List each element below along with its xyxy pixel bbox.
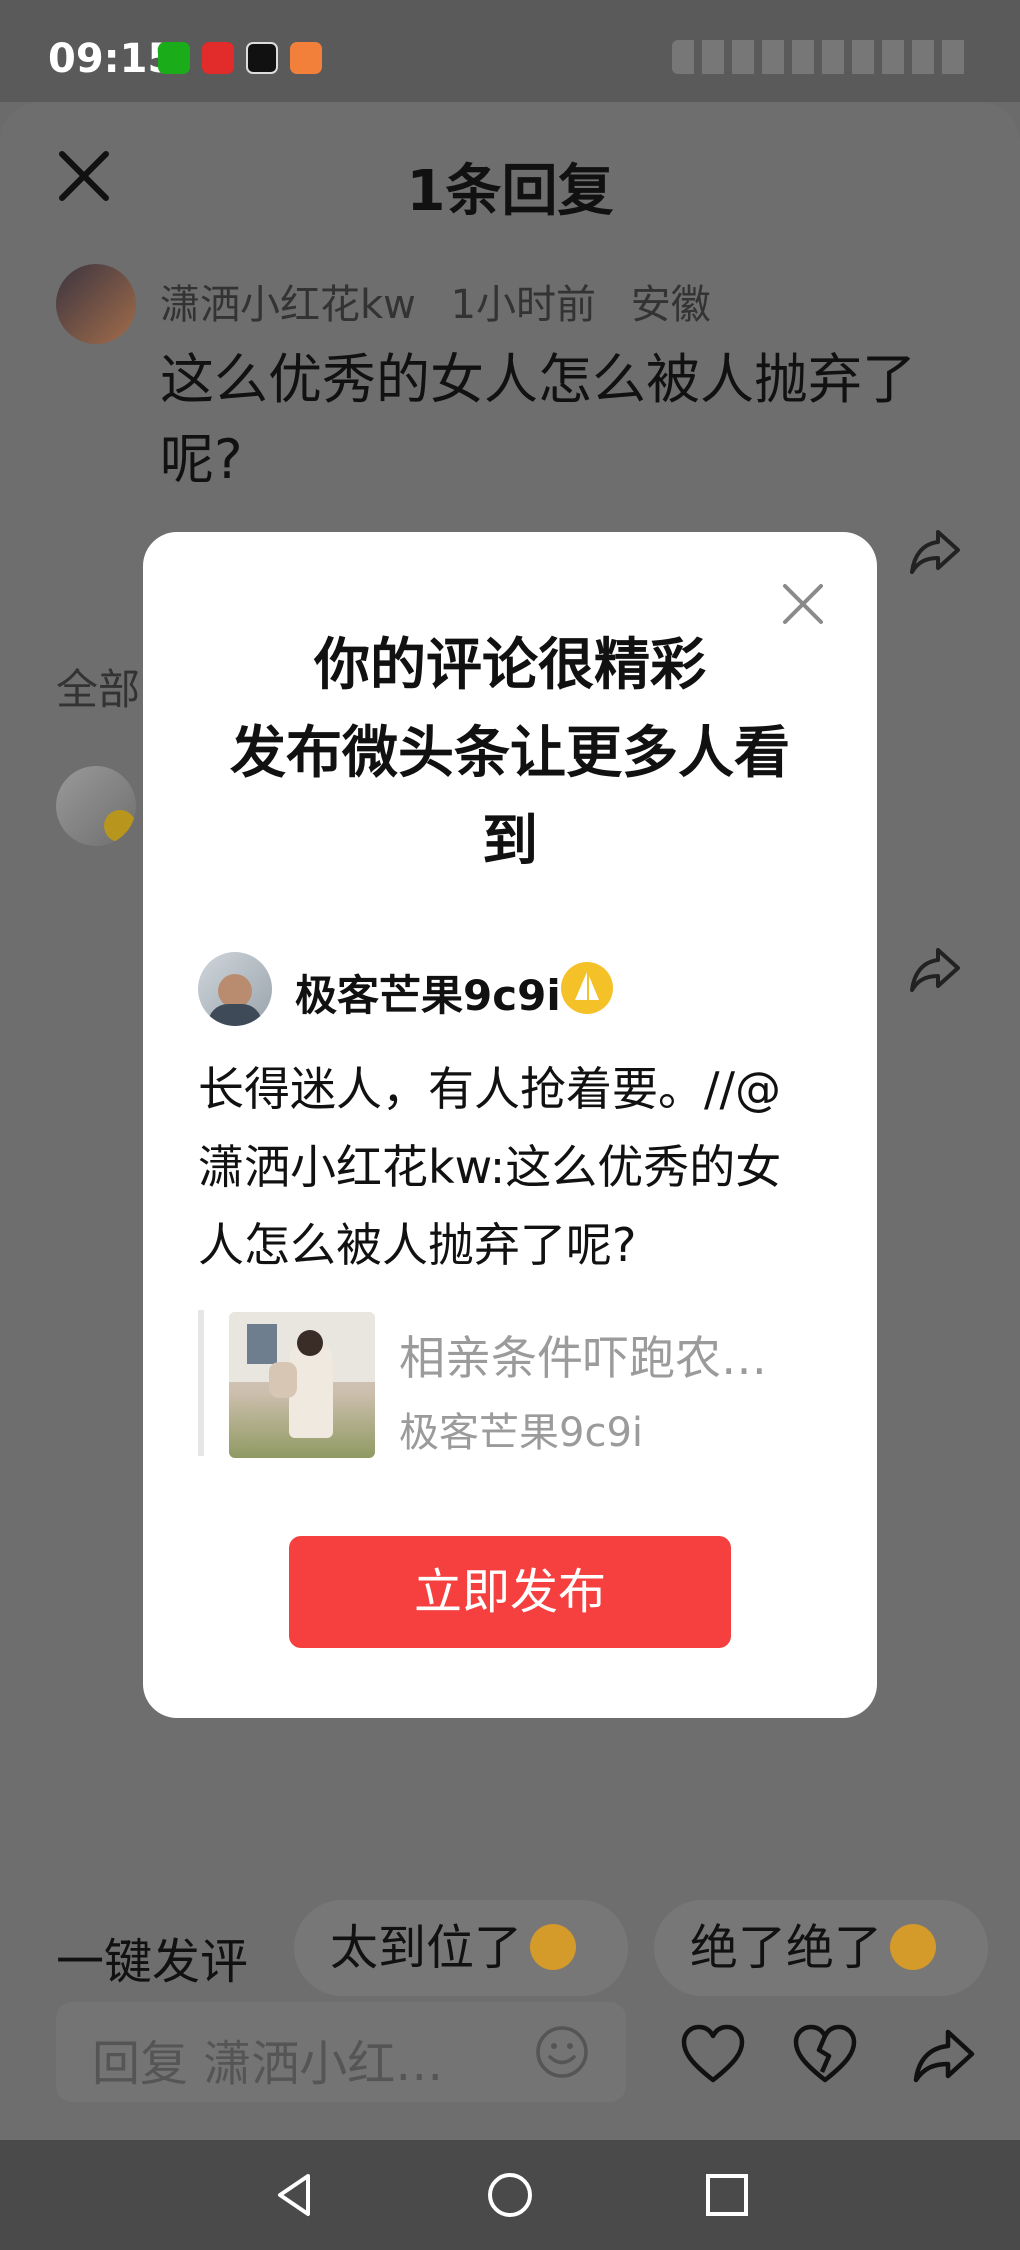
comment-text: 这么优秀的女人怎么被人抛弃了呢? (160, 348, 916, 491)
quick-chip[interactable]: 绝了绝了 (654, 1900, 988, 1996)
dialog-title: 你的评论很精彩 发布微头条让更多人看 到 (203, 622, 817, 886)
status-bar: 09:15 (0, 0, 1020, 102)
comment-location: 安徽 (630, 282, 711, 328)
commenter-avatar[interactable] (56, 264, 136, 344)
recents-icon[interactable] (702, 2170, 752, 2220)
quote-thumbnail (229, 1312, 375, 1458)
reply-input[interactable]: 回复 潇洒小红… (56, 2002, 626, 2102)
clap-icon (530, 1924, 577, 1970)
quote-author: 极客芒果9c9i (399, 1410, 644, 1456)
status-indicators (672, 40, 972, 74)
emoji-icon[interactable] (534, 2024, 590, 2080)
home-icon[interactable] (485, 2170, 535, 2220)
sheet-title: 1条回复 (406, 159, 614, 224)
quick-chip[interactable]: 太到位了 (294, 1900, 628, 1996)
all-replies-label: 全部 (56, 665, 141, 714)
close-icon[interactable] (779, 580, 827, 628)
chip-label: 绝了绝了 (690, 1920, 883, 1976)
capcut-icon (246, 42, 278, 74)
quote-bar (198, 1310, 204, 1456)
share-icon[interactable] (906, 522, 962, 578)
post-author-avatar (198, 952, 272, 1026)
publish-dialog: 你的评论很精彩 发布微头条让更多人看 到 极客芒果9c9i 长得迷人，有人抢着要… (143, 532, 877, 1718)
chip-label: 太到位了 (330, 1920, 523, 1976)
reply-badge-icon (104, 810, 136, 842)
comment-meta: 潇洒小红花kw 1小时前 安徽 (160, 272, 733, 330)
dislike-heart-icon[interactable] (792, 2022, 858, 2088)
shop-icon (290, 42, 322, 74)
clap-icon (890, 1924, 937, 1970)
status-time: 09:15 (48, 36, 176, 82)
comment-time: 1小时前 (450, 282, 597, 328)
publish-now-button[interactable]: 立即发布 (289, 1536, 731, 1648)
wechat-icon (158, 42, 190, 74)
quote-title: 相亲条件吓跑农… (399, 1331, 767, 1385)
like-heart-icon[interactable] (680, 2022, 746, 2088)
share-icon[interactable] (910, 2022, 976, 2088)
back-icon[interactable] (270, 2170, 320, 2220)
huawei-icon (202, 42, 234, 74)
share-icon[interactable] (906, 940, 962, 996)
dialog-title-line: 到 (482, 809, 538, 874)
reply-avatar[interactable] (56, 766, 136, 846)
sail-badge-icon (561, 962, 613, 1014)
dialog-title-line: 发布微头条让更多人看 (230, 721, 790, 786)
comment-author[interactable]: 潇洒小红花kw (160, 282, 416, 328)
post-text: 长得迷人，有人抢着要。//@潇洒小红花kw:这么优秀的女人怎么被人抛弃了呢? (198, 1062, 782, 1272)
post-author-name: 极客芒果9c9i (295, 971, 561, 1020)
quick-comment-label: 一键发评 (56, 1934, 249, 1990)
dialog-title-line: 你的评论很精彩 (314, 633, 706, 698)
system-nav-bar (0, 2140, 1020, 2250)
reply-placeholder: 回复 潇洒小红… (92, 2036, 444, 2092)
